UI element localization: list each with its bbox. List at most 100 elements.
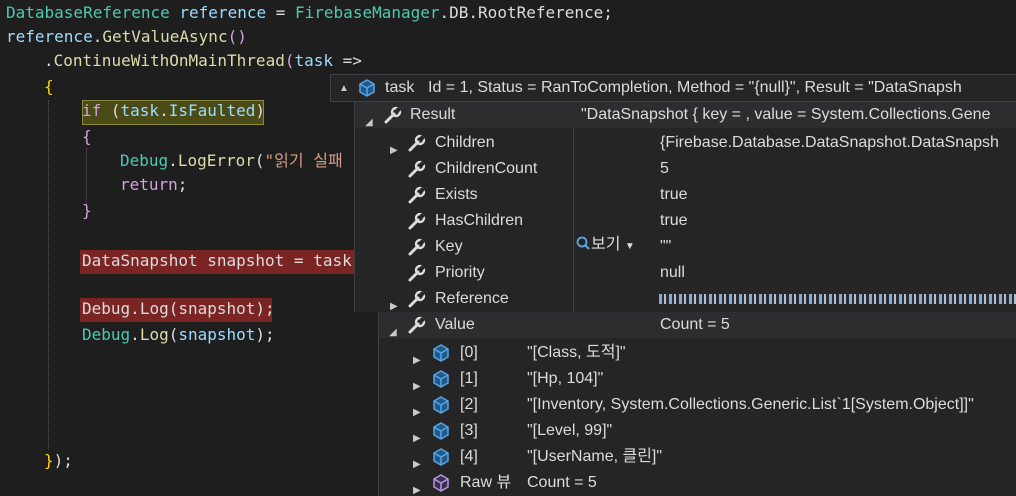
property-value: null [660,264,685,281]
code-line-8: return; [120,172,187,198]
code-token: "읽기 실패 [264,151,343,170]
code-token: FirebaseManager [295,3,440,22]
item-index: [2] [460,396,478,413]
code-token: task [294,51,333,70]
result-property-row[interactable]: Priority null [355,260,1016,286]
task-datatip-value: Id = 1, Status = RanToCompletion, Method… [428,79,962,96]
code-line-11: Debug.Log(snapshot); [82,296,275,322]
code-token: Debug [120,151,169,170]
code-token: snapshot [178,299,256,318]
cube-icon [433,422,449,440]
code-token: DatabaseReference [6,3,170,22]
raw-view-row[interactable]: ▶ Raw 뷰 Count = 5 [379,470,1016,496]
cube-icon [433,448,449,466]
cube-icon [433,370,449,388]
code-line-5: if (task.IsFaulted) [82,98,265,124]
value-item-row[interactable]: ▶ [4] "[UserName, 클린]" [379,444,1016,470]
code-token: . [168,151,178,170]
code-token: return [120,175,178,194]
result-value: "DataSnapshot { key = , value = System.C… [581,106,991,123]
item-index: [4] [460,448,478,465]
item-index: [1] [460,370,478,387]
item-value: "[Class, 도적]" [527,344,626,361]
result-header-row[interactable]: ◢ Result "DataSnapshot { key = , value =… [355,102,1016,128]
value-count: Count = 5 [660,316,730,333]
code-token: .DB.RootReference; [439,3,613,22]
code-token: = [284,251,314,270]
result-property-row[interactable]: ChildrenCount 5 [355,156,1016,182]
property-value: true [660,186,688,203]
wrench-icon [408,186,426,204]
code-token: ); [255,325,275,344]
property-name: Children [435,134,495,151]
code-line-9: } [82,198,92,224]
value-item-row[interactable]: ▶ [2] "[Inventory, System.Collections.Gene… [379,392,1016,418]
code-line-2: reference.GetValueAsync() [6,24,247,50]
code-token: } [82,201,92,220]
value-item-row[interactable]: ▶ [0] "[Class, 도적]" [379,340,1016,366]
property-name: Reference [435,290,509,307]
code-token: LogError [177,151,255,170]
cube-icon [359,79,375,97]
result-property-row[interactable]: Exists true [355,182,1016,208]
code-token: IsFaulted [168,101,256,120]
code-token: Log [139,325,169,344]
code-token: . [130,299,140,318]
code-token: } [44,451,54,470]
code-token: Debug [82,299,131,318]
task-datatip-label[interactable]: task [385,76,414,100]
viewer-button[interactable]: 보기 ▼ [575,232,635,258]
property-name: ChildrenCount [435,160,538,177]
wrench-icon [408,212,426,230]
value-item-row[interactable]: ▶ [3] "[Level, 99]" [379,418,1016,444]
collapse-arrow-icon[interactable]: ▲ [339,83,349,94]
property-value: 5 [660,160,669,177]
code-token: . [159,101,169,120]
property-name: Priority [435,264,485,281]
expand-arrow-icon[interactable]: ▶ [413,478,421,496]
result-property-row[interactable]: Key "" [355,234,1016,260]
redacted-value [659,294,1016,304]
code-token: . [44,51,54,70]
value-name: Value [435,316,475,333]
result-property-row[interactable]: ▶ Children {Firebase.Database.DataSnapshot… [355,130,1016,156]
raw-view-value: Count = 5 [527,474,597,491]
code-token: . [130,325,140,344]
viewer-label: 보기 [591,236,621,253]
wrench-icon [408,238,426,256]
result-property-row[interactable]: ▶ Reference [355,286,1016,312]
code-line-7: Debug.LogError("읽기 실패 [120,148,343,174]
code-token: ContinueWithOnMainThread [53,51,285,70]
item-value: "[Level, 99]" [527,422,613,439]
code-token: reference [6,27,93,46]
item-value: "[Inventory, System.Collections.Generic.… [527,396,974,413]
result-property-row[interactable]: HasChildren true [355,208,1016,234]
code-line-10: DataSnapshot snapshot = task. [82,248,361,274]
magnifier-icon [576,236,590,250]
property-value: {Firebase.Database.DataSnapshot.DataSnap… [660,134,999,151]
raw-view-icon [433,474,449,492]
item-index: [0] [460,344,478,361]
property-name: Key [435,238,463,255]
code-token: ( [168,325,179,344]
task-datatip: ▲ task Id = 1, Status = RanToCompletion,… [330,74,1016,102]
value-item-row[interactable]: ▶ [1] "[Hp, 104]" [379,366,1016,392]
code-line-12: Debug.Log(snapshot); [82,322,275,348]
value-header-row[interactable]: ◢ Value Count = 5 [379,312,1016,338]
code-token: snapshot [197,251,285,270]
property-name: Exists [435,186,478,203]
code-line-4: { [44,74,54,100]
value-datatip: ◢ Value Count = 5 ▶ [0] "[Class, 도적]" ▶ [1] "… [378,312,1016,496]
code-token: if [82,101,102,120]
code-token: DataSnapshot [82,251,198,270]
result-datatip: ◢ Result "DataSnapshot { key = , value =… [354,102,1016,312]
item-index: [3] [460,422,478,439]
item-value: "[Hp, 104]" [527,370,604,387]
wrench-icon [408,264,426,282]
code-token: reference [179,3,267,22]
code-token: ( [254,151,265,170]
code-token: = [266,3,296,22]
code-token: ( [168,299,179,318]
code-line-13: }); [44,448,73,474]
expand-arrow-icon[interactable]: ▶ [390,294,398,312]
